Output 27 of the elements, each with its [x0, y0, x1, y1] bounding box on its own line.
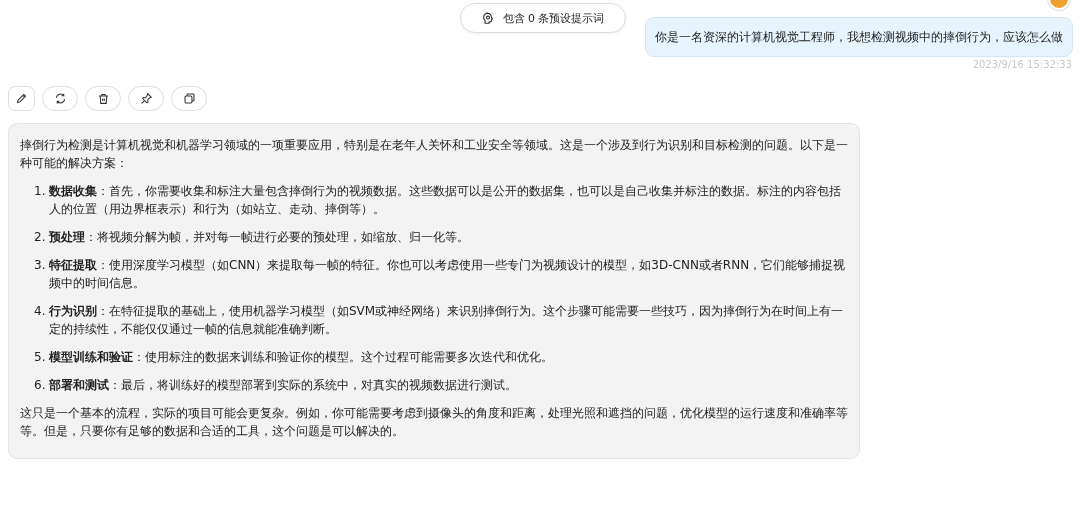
pin-button[interactable]	[128, 86, 164, 111]
edit-button[interactable]	[8, 86, 35, 111]
delete-button[interactable]	[85, 86, 121, 111]
copy-button[interactable]	[171, 86, 207, 111]
step-text: 预处理：将视频分解为帧，并对每一帧进行必要的预处理，如缩放、归一化等。	[49, 229, 469, 246]
response-paragraph: 这只是一个基本的流程，实际的项目可能会更复杂。例如，你可能需要考虑到摄像头的角度和距离，处理光照和遮挡的问题，优化模型的运行速度和准确率等等。但是，只要你有足够的数据和合适的工具，这个问题是可以解决的。	[20, 405, 848, 440]
step-number: 2.	[34, 229, 47, 246]
refresh-button[interactable]	[42, 86, 78, 111]
step-number: 5.	[34, 349, 47, 366]
step-text: 数据收集：首先，你需要收集和标注大量包含摔倒行为的视频数据。这些数据可以是公开的数据集，也可以是自己收集并标注的数据。标注的内容包括人的位置（用边界框表示）和行为（如站立、走动、摔倒等）。	[49, 183, 842, 218]
step-number: 3.	[34, 257, 47, 274]
step-number: 1.	[34, 183, 47, 200]
step-text: 部署和测试：最后，将训练好的模型部署到实际的系统中，对真实的视频数据进行测试。	[49, 377, 517, 394]
trash-icon	[96, 92, 110, 105]
pin-icon	[139, 92, 153, 105]
step-text: 模型训练和验证：使用标注的数据来训练和验证你的模型。这个过程可能需要多次迭代和优化。	[49, 349, 553, 366]
pencil-icon	[15, 92, 28, 105]
step-text: 特征提取：使用深度学习模型（如CNN）来提取每一帧的特征。你也可以考虑使用一些专门为视频设计的模型，如3D-CNN或者RNN，它们能够捕捉视频中的时间信息。	[49, 257, 847, 292]
step-number: 6.	[34, 377, 47, 394]
prompt-badge[interactable]: 包含 0 条预设提示词	[459, 3, 626, 33]
copy-icon	[182, 92, 196, 105]
response-paragraph: 摔倒行为检测是计算机视觉和机器学习领域的一项重要应用，特别是在老年人关怀和工业安全等领域。这是一个涉及到行为识别和目标检测的问题。以下是一种可能的解决方案：	[20, 137, 848, 172]
refresh-icon	[53, 92, 67, 105]
brain-icon	[480, 11, 495, 25]
step-number: 4.	[34, 303, 47, 320]
user-message: 你是一名资深的计算机视觉工程师，我想检测视频中的摔倒行为，应该怎么做	[645, 17, 1073, 57]
step-text: 行为识别：在特征提取的基础上，使用机器学习模型（如SVM或神经网络）来识别摔倒行为。这个步骤可能需要一些技巧，因为摔倒行为在时间上有一定的持续性，不能仅仅通过一帧的信息就能准确判断。	[49, 303, 845, 338]
